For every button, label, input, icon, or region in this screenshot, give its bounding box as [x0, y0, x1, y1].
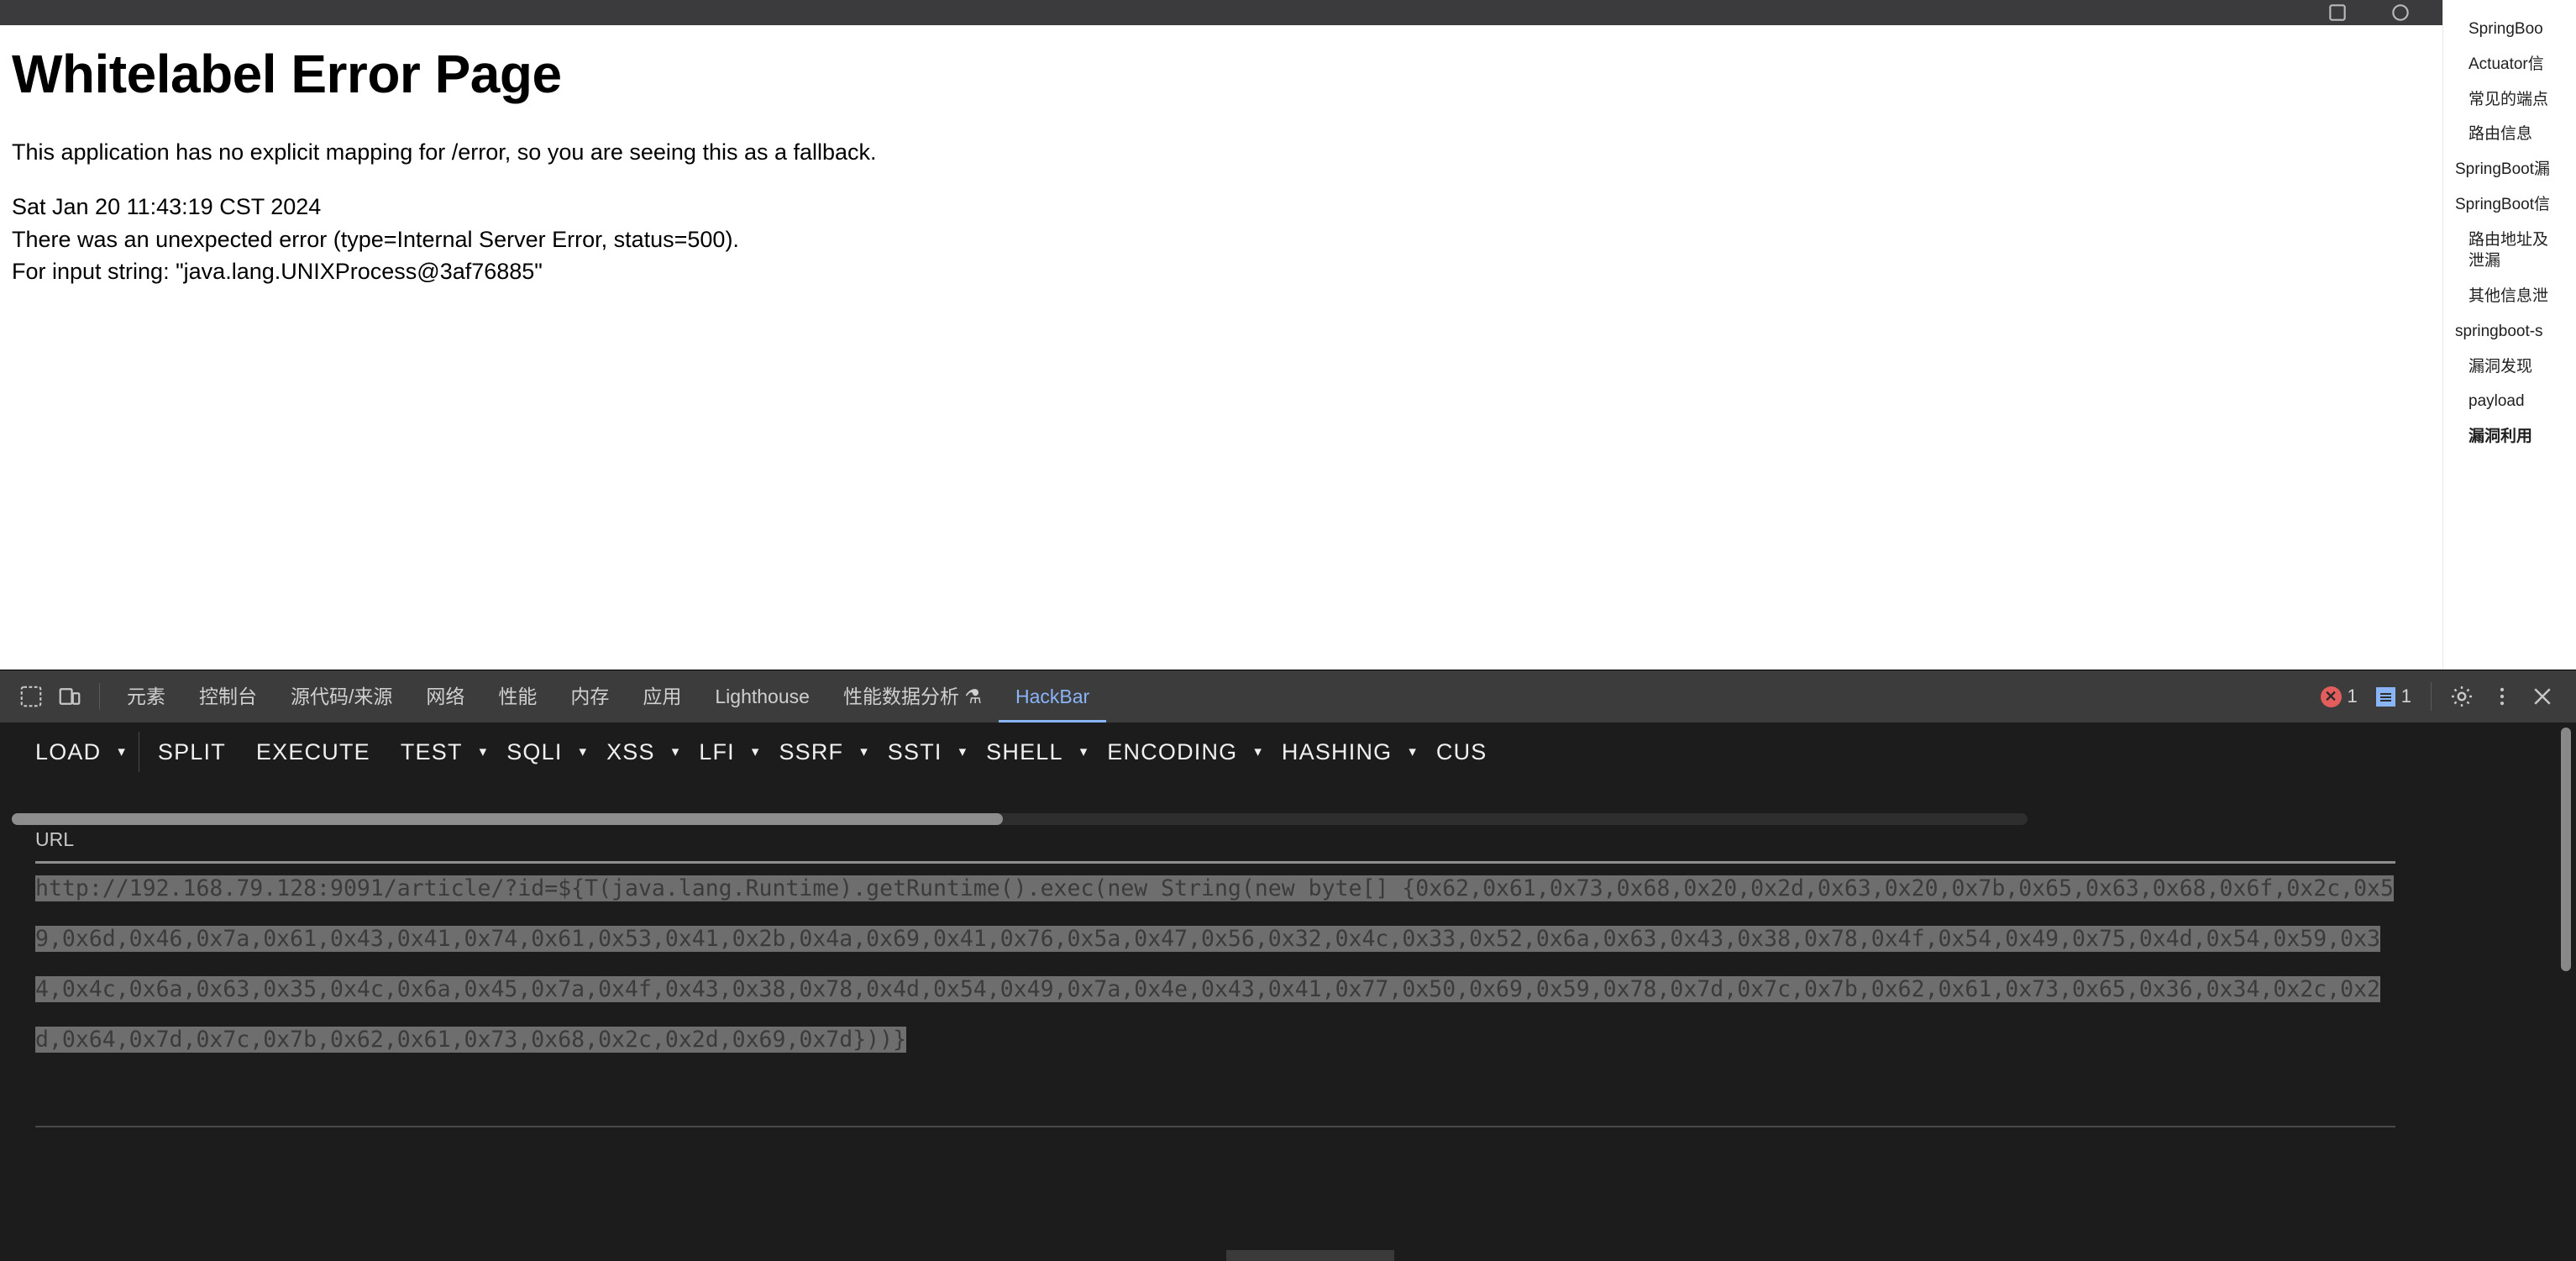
sidebar-item-0[interactable]: SpringBoo	[2443, 12, 2576, 47]
tab-network[interactable]: 网络	[409, 670, 481, 722]
tab-application[interactable]: 应用	[626, 670, 698, 722]
sidebar-item-4[interactable]: SpringBoot漏	[2443, 152, 2576, 187]
page-title: Whitelabel Error Page	[12, 44, 562, 104]
sidebar-item-2[interactable]: 常见的端点	[2443, 82, 2576, 118]
gear-icon[interactable]	[2443, 678, 2480, 715]
test-button[interactable]: TEST	[386, 729, 478, 775]
ssrf-button[interactable]: SSRF	[763, 729, 858, 775]
xss-chevron-down-icon[interactable]: ▾	[670, 729, 685, 775]
hashing-chevron-down-icon[interactable]: ▾	[1407, 729, 1421, 775]
inspect-element-icon[interactable]	[12, 677, 50, 716]
sidebar-item-8[interactable]: 其他信息泄	[2443, 279, 2576, 314]
sidebar-item-6[interactable]: 路由地址及	[2443, 223, 2576, 250]
error-count: 1	[2347, 686, 2358, 707]
sidebar-item-10[interactable]: 漏洞发现	[2443, 349, 2576, 385]
xss-button[interactable]: XSS	[591, 729, 670, 775]
error-timestamp: Sat Jan 20 11:43:19 CST 2024	[12, 194, 322, 220]
browser-chrome-strip	[0, 0, 2442, 25]
sqli-button[interactable]: SQLI	[491, 729, 577, 775]
browser-page-area: Whitelabel Error Page This application h…	[0, 0, 2442, 670]
sqli-chevron-down-icon[interactable]: ▾	[578, 729, 592, 775]
lfi-button[interactable]: LFI	[684, 729, 750, 775]
hackbar-panel: LOAD ▾ SPLIT EXECUTE TEST ▾ SQLI ▾ XSS ▾…	[0, 722, 2576, 1261]
url-input[interactable]: http://192.168.79.128:9091/article/?id=$…	[35, 861, 2395, 1065]
message-icon	[2375, 686, 2395, 707]
devtools-tabbar: 元素 控制台 源代码/来源 网络 性能 内存 应用 Lighthouse 性能数…	[0, 670, 2576, 722]
message-count: 1	[2400, 686, 2411, 707]
sidebar-item-11[interactable]: payload	[2443, 384, 2576, 419]
error-description: This application has no explicit mapping…	[12, 139, 877, 165]
ssti-button[interactable]: SSTI	[873, 729, 957, 775]
split-button[interactable]: SPLIT	[143, 729, 241, 775]
toolbar-divider	[99, 683, 100, 710]
ssrf-chevron-down-icon[interactable]: ▾	[858, 729, 873, 775]
load-chevron-down-icon[interactable]: ▾	[116, 729, 130, 775]
vertical-scrollbar[interactable]	[2561, 728, 2571, 971]
tab-performance-insights[interactable]: 性能数据分析 ⚗	[826, 670, 999, 722]
horizontal-scrollbar[interactable]	[12, 813, 2028, 825]
tab-performance[interactable]: 性能	[481, 670, 553, 722]
load-button[interactable]: LOAD	[20, 729, 116, 775]
error-detail-line: For input string: "java.lang.UNIXProcess…	[12, 258, 543, 284]
device-toolbar-icon[interactable]	[50, 677, 89, 716]
tab-elements[interactable]: 元素	[110, 670, 182, 722]
lfi-chevron-down-icon[interactable]: ▾	[750, 729, 764, 775]
encoding-chevron-down-icon[interactable]: ▾	[1252, 729, 1267, 775]
sidebar-item-7[interactable]: 泄漏	[2443, 250, 2576, 279]
tab-console[interactable]: 控制台	[182, 670, 274, 722]
doc-toc-sidebar[interactable]: SpringBoo Actuator信 常见的端点 路由信息 SpringBoo…	[2442, 0, 2576, 670]
hackbar-toolbar: LOAD ▾ SPLIT EXECUTE TEST ▾ SQLI ▾ XSS ▾…	[0, 722, 2576, 781]
sidebar-item-5[interactable]: SpringBoot信	[2443, 187, 2576, 223]
hashing-button[interactable]: HASHING	[1267, 729, 1407, 775]
devtools-status-area: ✕ 1 1	[2313, 670, 2562, 722]
tab-lighthouse[interactable]: Lighthouse	[698, 670, 826, 722]
whitelabel-error-content: Whitelabel Error Page This application h…	[0, 25, 2442, 670]
tab-hackbar[interactable]: HackBar	[999, 670, 1106, 722]
error-count-badge[interactable]: ✕ 1	[2313, 686, 2365, 707]
error-icon: ✕	[2320, 686, 2342, 707]
ssti-chevron-down-icon[interactable]: ▾	[957, 729, 972, 775]
chrome-toolbar-icon-a[interactable]	[2327, 2, 2348, 24]
url-selected-text: http://192.168.79.128:9091/article/?id=$…	[35, 875, 2394, 1053]
chrome-toolbar-icon-b[interactable]	[2390, 2, 2411, 24]
sidebar-item-3[interactable]: 路由信息	[2443, 117, 2576, 152]
message-count-badge[interactable]: 1	[2369, 686, 2419, 707]
shell-chevron-down-icon[interactable]: ▾	[1078, 729, 1093, 775]
sidebar-item-12[interactable]: 漏洞利用	[2443, 419, 2576, 454]
test-chevron-down-icon[interactable]: ▾	[478, 729, 492, 775]
sidebar-item-1[interactable]: Actuator信	[2443, 47, 2576, 82]
execute-button[interactable]: EXECUTE	[241, 729, 386, 775]
devtools-panel: 元素 控制台 源代码/来源 网络 性能 内存 应用 Lighthouse 性能数…	[0, 670, 2576, 1261]
tab-sources[interactable]: 源代码/来源	[274, 670, 409, 722]
tab-memory[interactable]: 内存	[553, 670, 626, 722]
custom-button[interactable]: CUS	[1421, 729, 1503, 775]
shell-button[interactable]: SHELL	[971, 729, 1078, 775]
status-divider	[2431, 682, 2432, 711]
encoding-button[interactable]: ENCODING	[1092, 729, 1252, 775]
hackbar-load-group: LOAD ▾	[20, 729, 143, 775]
url-label: URL	[35, 828, 75, 850]
close-icon[interactable]	[2524, 678, 2561, 715]
sidebar-item-clipped	[2443, 2, 2576, 12]
sidebar-item-9[interactable]: springboot-s	[2443, 314, 2576, 349]
url-field-underline	[35, 1126, 2395, 1127]
url-input-value[interactable]: http://192.168.79.128:9091/article/?id=$…	[35, 864, 2395, 1065]
more-options-icon[interactable]	[2484, 678, 2521, 715]
error-status-line: There was an unexpected error (type=Inte…	[12, 226, 739, 252]
panel-bottom-handle[interactable]	[1226, 1250, 1394, 1261]
